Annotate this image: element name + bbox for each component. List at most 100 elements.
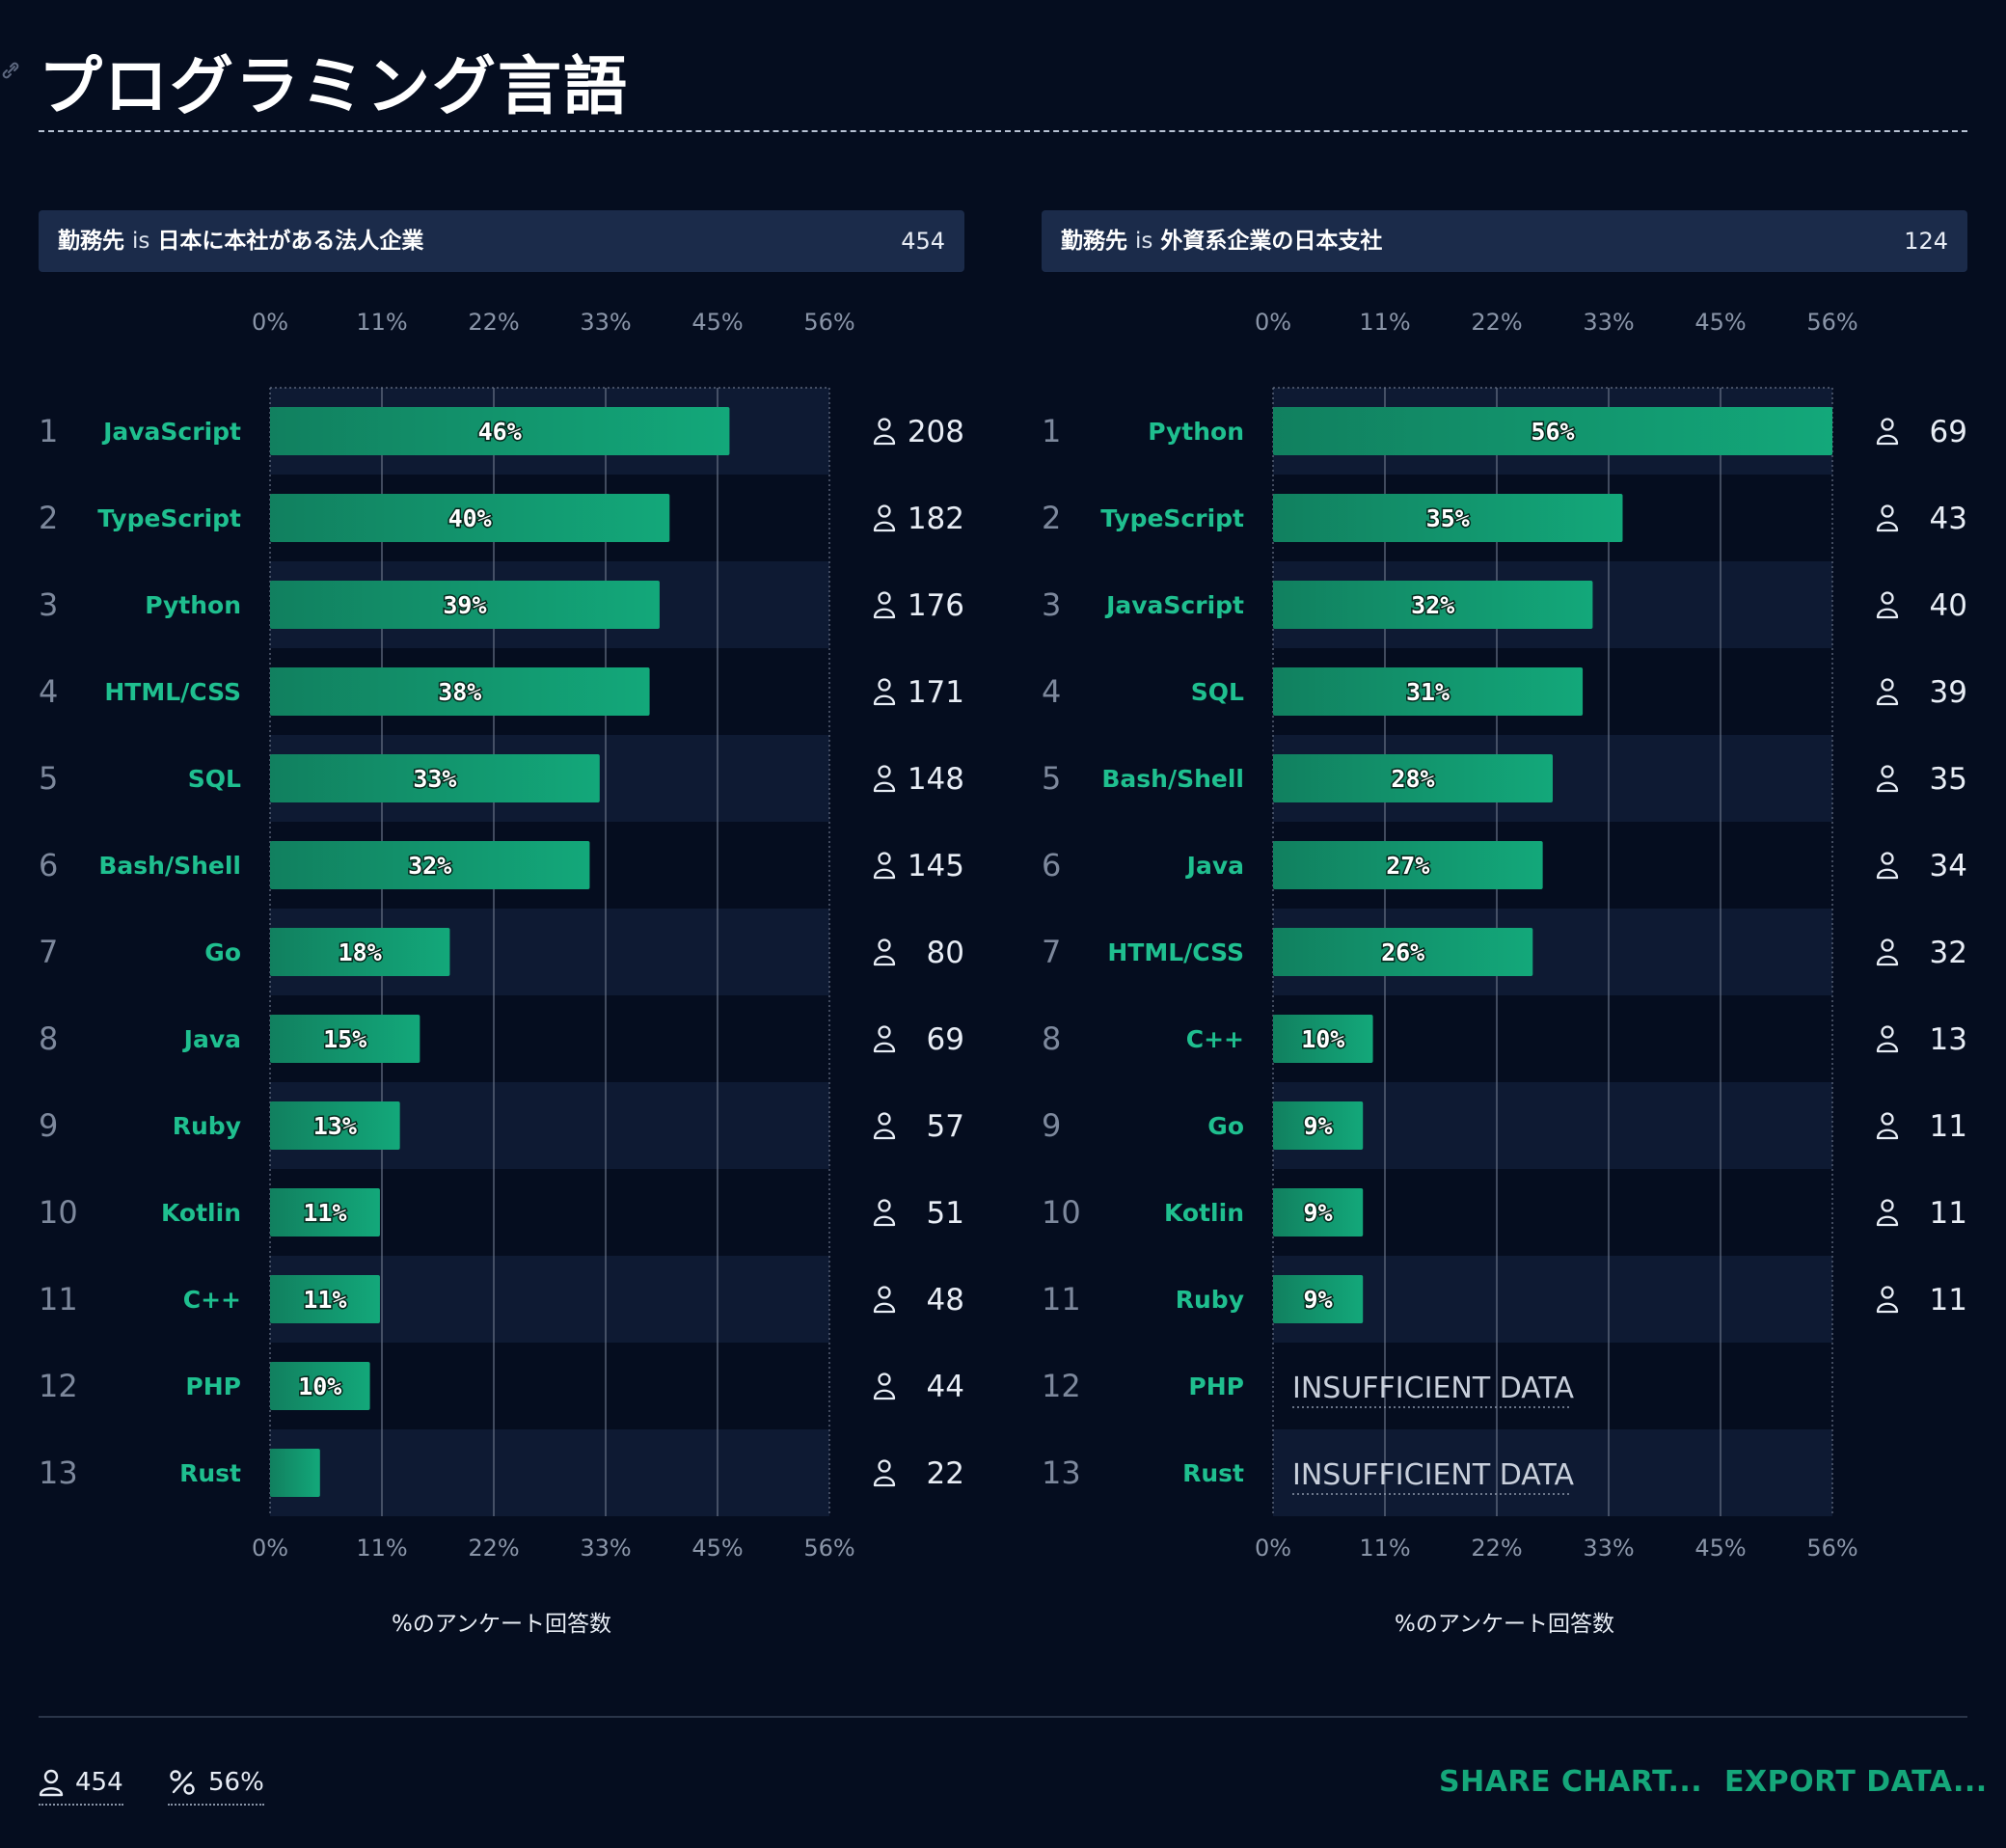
person-icon (1876, 765, 1899, 793)
person-icon (1876, 852, 1899, 880)
filter-value: 外資系企業の日本支社 (1160, 229, 1383, 254)
person-icon-body (1876, 434, 1899, 446)
rank-number: 11 (1042, 1281, 1081, 1318)
category-label: Python (145, 591, 241, 619)
person-icon-body (1876, 781, 1899, 793)
bar-value-label: 9% (1304, 1286, 1333, 1314)
respondent-total[interactable]: 454 (39, 1761, 123, 1806)
category-label: Ruby (173, 1112, 241, 1140)
category-label: TypeScript (97, 504, 241, 532)
person-icon (873, 765, 896, 793)
person-icon-body (873, 694, 896, 706)
share-chart-button[interactable]: SHARE CHART... (1439, 1765, 1702, 1799)
person-icon-body (1876, 1215, 1899, 1227)
person-icon-head (878, 418, 891, 431)
person-icon-body (873, 868, 896, 880)
rank-number: 11 (39, 1281, 78, 1318)
category-label: C++ (1186, 1025, 1244, 1053)
tick-label-top: 0% (252, 309, 288, 336)
category-label: Rust (179, 1459, 241, 1487)
respondent-count: 39 (1930, 675, 1967, 710)
percent-icon (170, 1770, 195, 1795)
respondent-count: 69 (927, 1022, 964, 1057)
tick-label-top: 11% (1359, 309, 1410, 336)
person-icon (873, 678, 896, 706)
tick-label-top: 22% (468, 309, 519, 336)
filter-operator: is (1135, 229, 1153, 254)
person-icon-head (1881, 504, 1894, 518)
rank-number: 9 (39, 1107, 58, 1144)
category-label: Go (204, 938, 241, 966)
x-axis-title: %のアンケート回答数 (392, 1612, 611, 1637)
respondent-count: 13 (1930, 1022, 1967, 1057)
bar-value-label: 38% (438, 678, 481, 706)
rank-number: 2 (1042, 500, 1061, 536)
tick-label-bottom: 56% (803, 1535, 854, 1561)
person-icon-head (878, 765, 891, 778)
filter-operator: is (132, 229, 150, 254)
person-icon-head (878, 938, 891, 952)
insufficient-data-label: INSUFFICIENT DATA (1292, 1458, 1574, 1492)
category-label: JavaScript (1104, 591, 1244, 619)
filter-label: 勤務先 is 外資系企業の日本支社 (1061, 210, 1382, 272)
person-icon-head (878, 678, 891, 692)
person-icon-body (1876, 868, 1899, 880)
category-label: Rust (1182, 1459, 1244, 1487)
person-icon-head (878, 1025, 891, 1039)
rank-number: 7 (1042, 934, 1061, 970)
tick-label-top: 22% (1471, 309, 1522, 336)
rank-number: 13 (1042, 1454, 1081, 1491)
bar-value-label: 40% (448, 504, 492, 532)
filter-bar[interactable]: 勤務先 is 日本に本社がある法人企業 454 (39, 210, 964, 272)
category-label: Java (182, 1025, 241, 1053)
person-icon-body (873, 521, 896, 532)
person-icon-head (1881, 1025, 1894, 1039)
footer-divider (39, 1716, 1967, 1718)
category-label: Ruby (1176, 1286, 1244, 1314)
category-label: Go (1207, 1112, 1244, 1140)
rank-number: 4 (1042, 673, 1061, 710)
bar-value-label: 26% (1381, 938, 1424, 966)
respondent-count: 171 (908, 675, 964, 710)
person-icon-body (873, 434, 896, 446)
rank-number: 2 (39, 500, 58, 536)
person-icon (873, 1459, 896, 1487)
person-icon (873, 418, 896, 446)
bar-value-label: 33% (413, 765, 456, 793)
bar-value-label: 27% (1386, 852, 1429, 880)
person-icon (1876, 1112, 1899, 1140)
category-label: PHP (185, 1372, 241, 1400)
page-title: プログラミング言語 (39, 49, 629, 123)
filter-bar[interactable]: 勤務先 is 外資系企業の日本支社 124 (1042, 210, 1967, 272)
category-label: Bash/Shell (1101, 765, 1244, 793)
respondent-count: 11 (1930, 1109, 1967, 1144)
rank-number: 5 (39, 760, 58, 797)
category-label: HTML/CSS (1107, 938, 1244, 966)
person-icon-head (878, 504, 891, 518)
person-icon-head (878, 1286, 891, 1299)
category-label: PHP (1188, 1372, 1244, 1400)
person-icon (873, 1372, 896, 1400)
bar-value-label: 9% (1304, 1112, 1333, 1140)
bar-value-label: 9% (1304, 1199, 1333, 1227)
bar-chart: 0%0%11%11%22%22%33%33%45%45%56%56%1 JavaS… (39, 309, 964, 1561)
category-label: SQL (188, 765, 241, 793)
respondent-count: 182 (908, 502, 964, 536)
person-icon (873, 1112, 896, 1140)
link-icon[interactable] (0, 60, 21, 81)
category-label: Kotlin (161, 1199, 241, 1227)
person-icon (873, 938, 896, 966)
max-percent[interactable]: 56% (168, 1761, 264, 1806)
rank-number: 3 (1042, 586, 1061, 623)
respondent-count: 40 (1930, 588, 1967, 623)
chart-panel-right: 勤務先 is 外資系企業の日本支社 124 0% 0% 11% 11% 22% 22% 33… (1042, 210, 1967, 1657)
respondent-count: 69 (1930, 415, 1967, 449)
category-label: JavaScript (101, 418, 241, 446)
tick-label-top: 45% (691, 309, 743, 336)
rank-number: 13 (39, 1454, 78, 1491)
rank-number: 12 (39, 1368, 78, 1404)
person-icon-body (873, 1128, 896, 1140)
export-data-button[interactable]: EXPORT DATA... (1724, 1765, 1988, 1799)
bar-value-label: 10% (1301, 1025, 1344, 1053)
bar-value-label: 10% (298, 1372, 341, 1400)
